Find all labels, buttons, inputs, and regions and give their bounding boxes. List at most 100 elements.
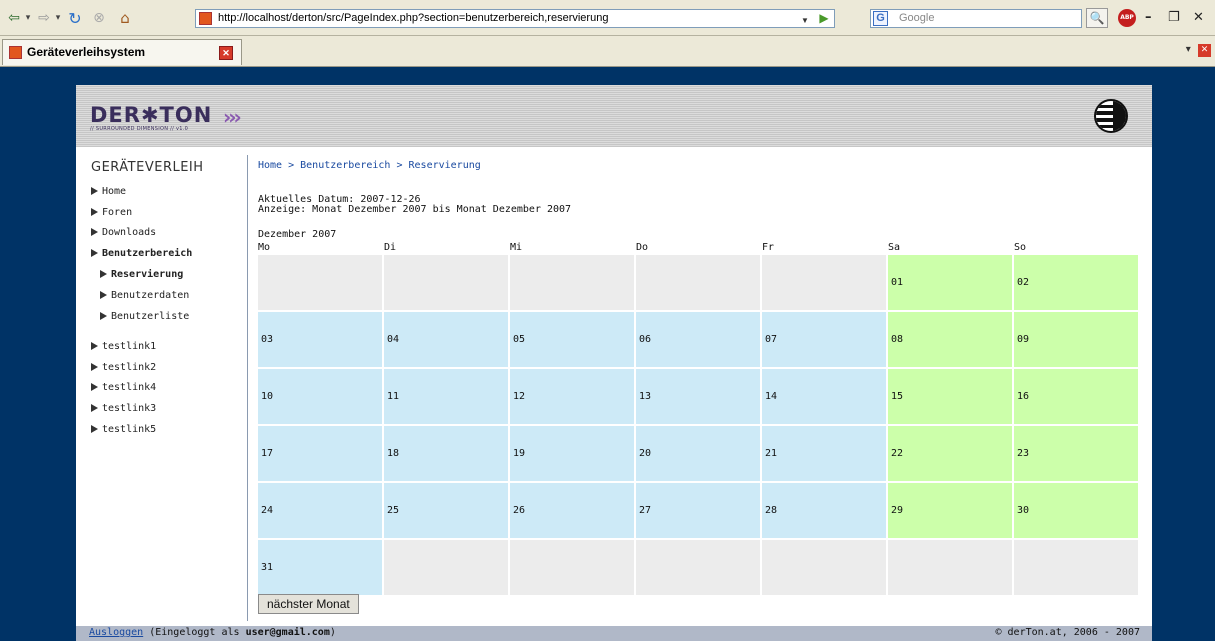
sidebar-item-testlink5[interactable]: testlink5 bbox=[91, 424, 156, 435]
page-container: DER✱TON // SURROUNDED DIMENSION // v1.0 … bbox=[76, 85, 1152, 641]
back-icon[interactable]: ⇦ bbox=[6, 8, 22, 28]
forward-dropdown-icon[interactable]: ▾ bbox=[54, 8, 62, 28]
calendar-day-cell[interactable]: 05 bbox=[510, 312, 634, 367]
sidebar: GERÄTEVERLEIH Home Foren Downloads Benut… bbox=[76, 147, 236, 627]
url-bar[interactable]: http://localhost/derton/src/PageIndex.ph… bbox=[195, 9, 835, 28]
sidebar-item-testlink4[interactable]: testlink4 bbox=[91, 382, 156, 393]
calendar-day-cell[interactable]: 28 bbox=[762, 483, 886, 538]
calendar-day-cell[interactable]: 18 bbox=[384, 426, 508, 481]
url-dropdown-icon[interactable]: ▼ bbox=[798, 12, 812, 25]
calendar-day-cell[interactable]: 26 bbox=[510, 483, 634, 538]
go-icon[interactable]: ▶ bbox=[816, 11, 832, 26]
sidebar-item-benutzerbereich[interactable]: Benutzerbereich bbox=[91, 248, 192, 259]
calendar-day-cell[interactable]: 09 bbox=[1014, 312, 1138, 367]
arrow-bullet-icon bbox=[91, 383, 98, 391]
sidebar-item-home[interactable]: Home bbox=[91, 186, 126, 197]
tab-close-icon[interactable]: ✕ bbox=[219, 46, 233, 60]
calendar-day-cell[interactable]: 21 bbox=[762, 426, 886, 481]
logout-link[interactable]: Ausloggen bbox=[89, 627, 143, 638]
weekday-label: Di bbox=[384, 242, 397, 253]
reload-icon[interactable]: ↻ bbox=[66, 8, 84, 28]
logo-arrows-icon: ››› bbox=[223, 105, 242, 129]
sidebar-item-testlink1[interactable]: testlink1 bbox=[91, 341, 156, 352]
calendar-day-cell[interactable]: 04 bbox=[384, 312, 508, 367]
calendar-day-cell[interactable]: 24 bbox=[258, 483, 382, 538]
restore-icon[interactable]: ❐ bbox=[1168, 10, 1180, 25]
close-icon[interactable]: ✕ bbox=[1193, 10, 1204, 25]
stop-icon[interactable]: ⊗ bbox=[90, 8, 108, 28]
copyright: © derTon.at, 2006 - 2007 bbox=[995, 627, 1141, 638]
calendar-day-cell[interactable]: 16 bbox=[1014, 369, 1138, 424]
sidebar-item-testlink2[interactable]: testlink2 bbox=[91, 362, 156, 373]
home-icon[interactable]: ⌂ bbox=[116, 8, 134, 28]
calendar-day-cell[interactable]: 11 bbox=[384, 369, 508, 424]
weekday-label: So bbox=[1014, 242, 1027, 253]
sidebar-item-benutzerliste[interactable]: Benutzerliste bbox=[100, 311, 189, 322]
calendar-day-cell[interactable]: 19 bbox=[510, 426, 634, 481]
forward-icon[interactable]: ⇨ bbox=[36, 8, 52, 28]
weekday-label: Sa bbox=[888, 242, 901, 253]
search-icon[interactable]: 🔍 bbox=[1086, 8, 1108, 28]
calendar-day-cell[interactable]: 14 bbox=[762, 369, 886, 424]
calendar-empty-cell bbox=[384, 255, 508, 310]
calendar-day-cell[interactable]: 20 bbox=[636, 426, 760, 481]
display-range: Anzeige: Monat Dezember 2007 bis Monat D… bbox=[258, 204, 572, 215]
site-header: DER✱TON // SURROUNDED DIMENSION // v1.0 … bbox=[76, 85, 1152, 147]
calendar-day-cell[interactable]: 08 bbox=[888, 312, 1012, 367]
tab-list-icon[interactable]: ▾ bbox=[1186, 44, 1191, 55]
calendar-day-cell[interactable]: 31 bbox=[258, 540, 382, 595]
content-divider bbox=[247, 155, 248, 621]
sidebar-item-benutzerdaten[interactable]: Benutzerdaten bbox=[100, 290, 189, 301]
calendar-empty-cell bbox=[636, 540, 760, 595]
minimize-icon[interactable]: – bbox=[1145, 10, 1152, 25]
calendar-empty-cell bbox=[258, 255, 382, 310]
calendar-day-cell[interactable]: 29 bbox=[888, 483, 1012, 538]
calendar-day-cell[interactable]: 07 bbox=[762, 312, 886, 367]
back-dropdown-icon[interactable]: ▾ bbox=[24, 8, 32, 28]
globe-logo-icon bbox=[1094, 99, 1128, 133]
sidebar-item-downloads[interactable]: Downloads bbox=[91, 227, 156, 238]
calendar-day-cell[interactable]: 06 bbox=[636, 312, 760, 367]
calendar-day-cell[interactable]: 01 bbox=[888, 255, 1012, 310]
search-input[interactable]: G Google bbox=[870, 9, 1082, 28]
arrow-bullet-icon bbox=[91, 363, 98, 371]
adblock-icon[interactable]: ABP bbox=[1118, 9, 1136, 27]
calendar-day-cell[interactable]: 17 bbox=[258, 426, 382, 481]
weekday-label: Mo bbox=[258, 242, 271, 253]
calendar-day-cell[interactable]: 15 bbox=[888, 369, 1012, 424]
arrow-bullet-icon bbox=[100, 312, 107, 320]
google-icon[interactable]: G bbox=[873, 11, 888, 26]
calendar-empty-cell bbox=[636, 255, 760, 310]
search-placeholder: Google bbox=[899, 12, 935, 24]
arrow-bullet-icon bbox=[91, 228, 98, 236]
sidebar-item-testlink3[interactable]: testlink3 bbox=[91, 403, 156, 414]
sidebar-item-foren[interactable]: Foren bbox=[91, 207, 132, 218]
calendar-day-cell[interactable]: 02 bbox=[1014, 255, 1138, 310]
arrow-bullet-icon bbox=[91, 342, 98, 350]
next-month-button[interactable]: nächster Monat bbox=[258, 594, 359, 614]
site-logo[interactable]: DER✱TON bbox=[90, 103, 212, 127]
calendar-day-cell[interactable]: 25 bbox=[384, 483, 508, 538]
calendar-day-cell[interactable]: 27 bbox=[636, 483, 760, 538]
calendar-day-cell[interactable]: 10 bbox=[258, 369, 382, 424]
browser-toolbar: ⇦ ▾ ⇨ ▾ ↻ ⊗ ⌂ http://localhost/derton/sr… bbox=[0, 0, 1215, 36]
weekday-label: Fr bbox=[762, 242, 775, 253]
close-tab-icon[interactable]: ✕ bbox=[1198, 44, 1211, 57]
breadcrumb[interactable]: Home > Benutzerbereich > Reservierung bbox=[258, 160, 481, 171]
calendar-day-cell[interactable]: 23 bbox=[1014, 426, 1138, 481]
browser-tab[interactable]: Geräteverleihsystem ✕ bbox=[2, 39, 242, 65]
calendar-empty-cell bbox=[510, 540, 634, 595]
calendar-day-cell[interactable]: 30 bbox=[1014, 483, 1138, 538]
calendar-day-cell[interactable]: 13 bbox=[636, 369, 760, 424]
weekday-label: Mi bbox=[510, 242, 523, 253]
calendar-day-cell[interactable]: 03 bbox=[258, 312, 382, 367]
logged-in-prefix: (Eingeloggt als bbox=[149, 627, 240, 638]
weekday-label: Do bbox=[636, 242, 649, 253]
logo-subtitle: // SURROUNDED DIMENSION // v1.0 bbox=[90, 126, 189, 132]
calendar-day-cell[interactable]: 12 bbox=[510, 369, 634, 424]
site-favicon-icon bbox=[199, 12, 212, 25]
browser-tabbar: Geräteverleihsystem ✕ ▾ ✕ bbox=[0, 36, 1215, 67]
calendar-day-cell[interactable]: 22 bbox=[888, 426, 1012, 481]
sidebar-item-reservierung[interactable]: Reservierung bbox=[100, 269, 183, 280]
arrow-bullet-icon bbox=[91, 404, 98, 412]
